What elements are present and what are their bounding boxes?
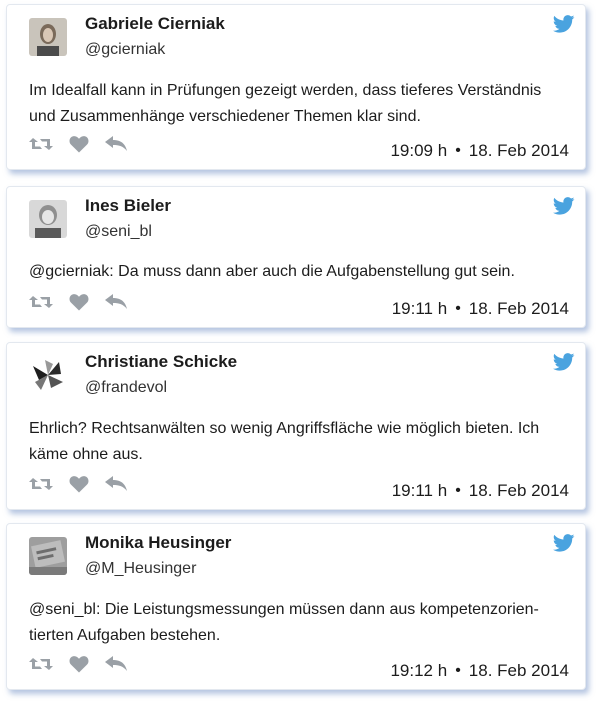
heart-icon[interactable]: [69, 655, 89, 673]
twitter-bird-icon[interactable]: [553, 353, 575, 371]
retweet-icon[interactable]: [29, 656, 53, 672]
tweet-card: Monika Heusinger @M_Heusinger @seni_bl: …: [6, 523, 586, 690]
meta-separator: •: [455, 142, 461, 159]
tweet-time[interactable]: 19:11 h: [392, 299, 447, 319]
author-name[interactable]: Ines Bieler: [85, 196, 171, 216]
tweet-date[interactable]: 18. Feb 2014: [469, 141, 569, 161]
retweet-icon[interactable]: [29, 476, 53, 492]
author-handle[interactable]: @frandevol: [85, 379, 167, 397]
tweet-actions: [29, 135, 127, 153]
meta-separator: •: [455, 300, 461, 317]
tweet-date[interactable]: 18. Feb 2014: [469, 299, 569, 319]
tweet-card: Ines Bieler @seni_bl @gcierniak: Da muss…: [6, 186, 586, 328]
author-handle[interactable]: @gcierniak: [85, 41, 165, 59]
heart-icon[interactable]: [69, 135, 89, 153]
avatar[interactable]: [29, 356, 67, 394]
heart-icon[interactable]: [69, 475, 89, 493]
tweet-text: @gcierniak: Da muss dann aber auch die A…: [29, 263, 515, 280]
meta-separator: •: [455, 482, 461, 499]
avatar[interactable]: [29, 18, 67, 56]
twitter-bird-icon[interactable]: [553, 15, 575, 33]
twitter-bird-icon[interactable]: [553, 534, 575, 552]
tweet-card: Christiane Schicke @frandevol Ehrlich? R…: [6, 342, 586, 510]
retweet-icon[interactable]: [29, 294, 53, 310]
tweet-text: Ehrlich? Rechtsanwälten so wenig Angriff…: [29, 420, 540, 463]
reply-icon[interactable]: [105, 294, 127, 310]
reply-icon[interactable]: [105, 136, 127, 152]
tweet-time[interactable]: 19:12 h: [390, 661, 447, 681]
tweet-actions: [29, 475, 127, 493]
author-name[interactable]: Monika Heusinger: [85, 533, 231, 553]
tweet-date[interactable]: 18. Feb 2014: [469, 661, 569, 681]
author-handle[interactable]: @seni_bl: [85, 223, 152, 241]
tweet-actions: [29, 293, 127, 311]
author-handle[interactable]: @M_Heusinger: [85, 560, 196, 578]
tweet-time[interactable]: 19:09 h: [390, 141, 447, 161]
tweet-text: Im Idealfall kann in Prüfungen gezeigt w…: [29, 82, 542, 125]
avatar[interactable]: [29, 537, 67, 575]
tweet-meta: 19:11 h • 18. Feb 2014: [392, 299, 569, 319]
tweet-actions: [29, 655, 127, 673]
heart-icon[interactable]: [69, 293, 89, 311]
retweet-icon[interactable]: [29, 136, 53, 152]
tweet-date[interactable]: 18. Feb 2014: [469, 481, 569, 501]
author-name[interactable]: Gabriele Cierniak: [85, 14, 225, 34]
tweet-meta: 19:11 h • 18. Feb 2014: [392, 481, 569, 501]
tweet-meta: 19:09 h • 18. Feb 2014: [390, 141, 569, 161]
tweet-time[interactable]: 19:11 h: [392, 481, 447, 501]
twitter-bird-icon[interactable]: [553, 197, 575, 215]
tweet-text: @seni_bl: Die Leistungsmessungen müssen …: [29, 601, 539, 644]
tweet-meta: 19:12 h • 18. Feb 2014: [390, 661, 569, 681]
tweet-card: Gabriele Cierniak @gcierniak Im Idealfal…: [6, 4, 586, 170]
reply-icon[interactable]: [105, 476, 127, 492]
reply-icon[interactable]: [105, 656, 127, 672]
meta-separator: •: [455, 662, 461, 679]
avatar[interactable]: [29, 200, 67, 238]
author-name[interactable]: Christiane Schicke: [85, 352, 237, 372]
